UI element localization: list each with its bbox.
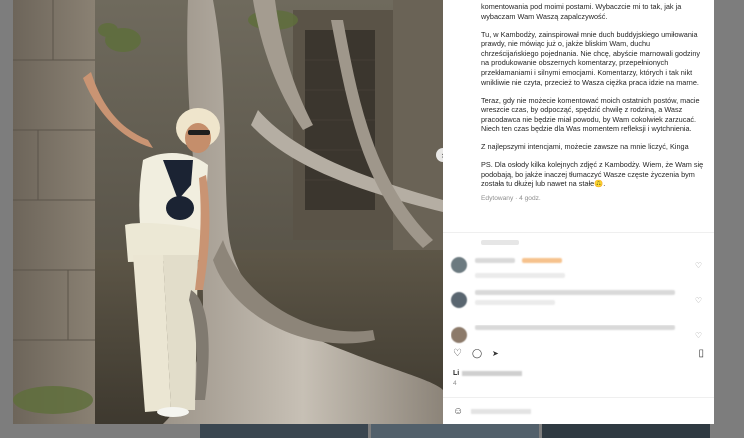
blurred-likes — [462, 370, 523, 376]
post-photo: › — [13, 0, 443, 424]
likes-count[interactable]: Li — [453, 370, 523, 377]
chevron-right-icon: › — [442, 150, 444, 160]
heart-icon[interactable]: ♡ — [695, 261, 702, 270]
blurred-text — [475, 290, 675, 295]
feed-thumbnails — [200, 424, 710, 438]
heart-icon[interactable]: ♡ — [695, 331, 702, 340]
blurred-text — [475, 325, 675, 330]
comment-input[interactable] — [471, 408, 532, 414]
caption-paragraph: Z najlepszymi intencjami, możecie zawsze… — [481, 142, 689, 152]
share-icon[interactable]: ➤ — [492, 349, 499, 358]
next-photo-button[interactable]: › — [436, 148, 443, 162]
post-meta: Edytowany · 4 godz. — [481, 195, 541, 203]
comment-icon[interactable]: ◯ — [472, 348, 482, 359]
page-backdrop: › komentowania pod moimi postami. Wybacz… — [0, 0, 744, 438]
thumbnail[interactable] — [371, 424, 539, 438]
caption-paragraph: komentowania pod moimi postami. Wybaczci… — [481, 2, 682, 21]
heart-icon[interactable]: ♡ — [453, 348, 462, 359]
avatar[interactable] — [451, 292, 467, 308]
thumbnail[interactable] — [200, 424, 368, 438]
post-caption: komentowania pod moimi postami. Wybaczci… — [481, 2, 704, 189]
avatar[interactable] — [451, 257, 467, 273]
post-time-prefix: 4 — [453, 380, 457, 387]
comment-item[interactable]: ♡ — [451, 325, 706, 345]
comment-item[interactable]: ♡ — [451, 255, 706, 290]
comments-list: ♡ ♡ ♡ — [451, 240, 706, 345]
blurred-meta — [475, 273, 565, 278]
bookmark-icon[interactable]: ▯ — [698, 348, 704, 359]
blurred-meta — [475, 300, 555, 305]
caption-paragraph: Teraz, gdy nie możecie komentować moich … — [481, 95, 700, 134]
post-modal: › komentowania pod moimi postami. Wybacz… — [13, 0, 714, 424]
thumbnail[interactable] — [542, 424, 710, 438]
temple-photo-illustration — [13, 0, 443, 424]
comment-item[interactable]: ♡ — [451, 290, 706, 325]
heart-icon[interactable]: ♡ — [695, 296, 702, 305]
blurred-username — [475, 258, 515, 263]
emoji-icon[interactable]: ☺ — [453, 406, 463, 417]
caption-paragraph: PS. Dla osłody kilka kolejnych zdjęć z K… — [481, 160, 704, 189]
add-comment-bar: ☺ — [443, 397, 714, 424]
post-actions: ♡ ◯ ➤ ▯ — [453, 345, 704, 361]
post-time: 4 — [453, 380, 457, 387]
blurred-text — [522, 258, 563, 263]
comments-label-blurred — [481, 240, 519, 245]
avatar[interactable] — [451, 327, 467, 343]
caption-paragraph: Tu, w Kambodży, zainspirował mnie duch b… — [481, 29, 701, 87]
likes-prefix: Li — [453, 370, 460, 377]
divider — [443, 232, 714, 233]
